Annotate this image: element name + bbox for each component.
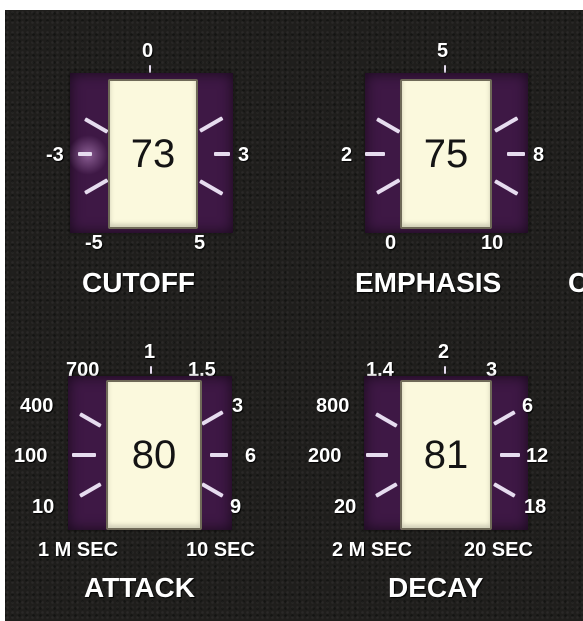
attack-label: ATTACK [84,572,195,603]
decay-value: 81 [423,432,469,477]
emphasis-knob[interactable]: 5 2 8 75 0 10 EMPHASIS [325,35,583,325]
decay-scale-top: 2 [438,341,450,363]
emphasis-value-display[interactable]: 75 [400,79,492,229]
decay-range-max: 20 SEC [464,539,533,561]
attack-scale-left-lower: 10 [32,496,55,518]
emphasis-label: EMPHASIS [355,267,502,298]
decay-scale-left-upper: 800 [316,395,350,417]
attack-scale-right-upper: 3 [232,395,244,417]
emphasis-scale-left: 2 [341,144,353,166]
emphasis-scale-right: 8 [533,144,545,166]
cutoff-value: 73 [130,131,176,176]
decay-tick-left [366,453,388,457]
decay-range-min: 2 M SEC [332,539,413,561]
cutoff-value-display[interactable]: 73 [108,79,198,229]
attack-range-max: 10 SEC [186,539,255,561]
decay-scale-left: 200 [308,445,342,467]
attack-scale-left-upper: 400 [20,395,54,417]
cutoff-scale-top: 0 [142,40,154,62]
attack-tick-right [210,453,228,457]
cutoff-scale-bottom-left: -5 [85,232,103,254]
decay-scale-left-lower: 20 [334,496,357,518]
emphasis-value: 75 [423,131,469,176]
attack-knob[interactable]: 1 700 1.5 400 100 10 3 6 9 80 1 M SEC 10… [10,330,290,620]
attack-range-min: 1 M SEC [38,539,119,561]
emphasis-scale-bottom-right: 10 [481,232,504,254]
attack-scale-left: 100 [14,445,48,467]
emphasis-tick-top [444,65,446,73]
decay-label: DECAY [388,572,484,603]
decay-knob[interactable]: 2 1.4 3 800 200 20 6 12 18 81 2 M SEC 20… [300,330,580,620]
next-knob-label-partial: C [568,267,583,298]
decay-value-display[interactable]: 81 [400,380,492,530]
emphasis-tick-left [365,152,385,156]
cutoff-scale-right: 3 [238,144,250,166]
decay-scale-right-upper: 6 [522,395,534,417]
screenshot-border-left [0,0,5,621]
emphasis-scale-bottom-left: 0 [385,232,397,254]
decay-tick-top [444,366,446,374]
attack-scale-right-lower: 9 [230,496,242,518]
cutoff-scale-left: -3 [46,144,64,166]
attack-value: 80 [131,432,177,477]
attack-scale-top: 1 [144,341,156,363]
attack-scale-right: 6 [245,445,257,467]
cutoff-label: CUTOFF [82,267,196,298]
emphasis-scale-top: 5 [437,40,449,62]
screenshot-border-top [0,0,583,10]
decay-scale-right: 12 [526,445,549,467]
cutoff-tick-right [214,152,230,156]
cutoff-scale-bottom-right: 5 [194,232,206,254]
cutoff-tick-top [149,65,151,73]
cutoff-tick-left [78,152,92,156]
decay-scale-right-lower: 18 [524,496,547,518]
emphasis-tick-right [507,152,525,156]
attack-tick-left [72,453,96,457]
attack-value-display[interactable]: 80 [106,380,202,530]
cutoff-knob[interactable]: 0 -3 3 73 -5 5 CUTOFF [30,35,310,325]
attack-tick-top [150,366,152,374]
decay-tick-right [500,453,520,457]
